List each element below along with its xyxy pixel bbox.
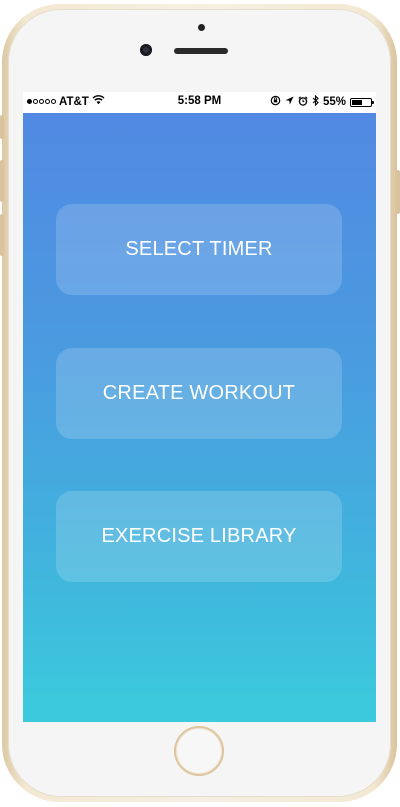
status-right: 55% [270, 94, 374, 109]
volume-down-button [0, 214, 4, 256]
bluetooth-icon [312, 94, 319, 109]
power-button [396, 170, 400, 214]
front-camera [140, 44, 152, 56]
phone-screen: AT&T 5:58 PM 55% SELECT TIMER CREATE WOR… [23, 92, 376, 722]
volume-up-button [0, 160, 4, 202]
select-timer-button[interactable]: SELECT TIMER [56, 204, 342, 295]
proximity-sensor [198, 24, 205, 31]
orientation-lock-icon [270, 95, 281, 109]
battery-percent: 55% [322, 96, 346, 108]
alarm-icon [298, 95, 308, 109]
mute-switch [0, 115, 4, 139]
exercise-library-button[interactable]: EXERCISE LIBRARY [56, 491, 342, 582]
battery-level-fill [352, 99, 362, 105]
location-arrow-icon [285, 96, 294, 108]
status-bar: AT&T 5:58 PM 55% [23, 92, 376, 113]
create-workout-button[interactable]: CREATE WORKOUT [56, 348, 342, 439]
earpiece-speaker [174, 48, 228, 54]
app-main-menu: SELECT TIMER CREATE WORKOUT EXERCISE LIB… [23, 113, 376, 722]
home-button[interactable] [174, 726, 224, 776]
battery-icon [350, 97, 374, 107]
